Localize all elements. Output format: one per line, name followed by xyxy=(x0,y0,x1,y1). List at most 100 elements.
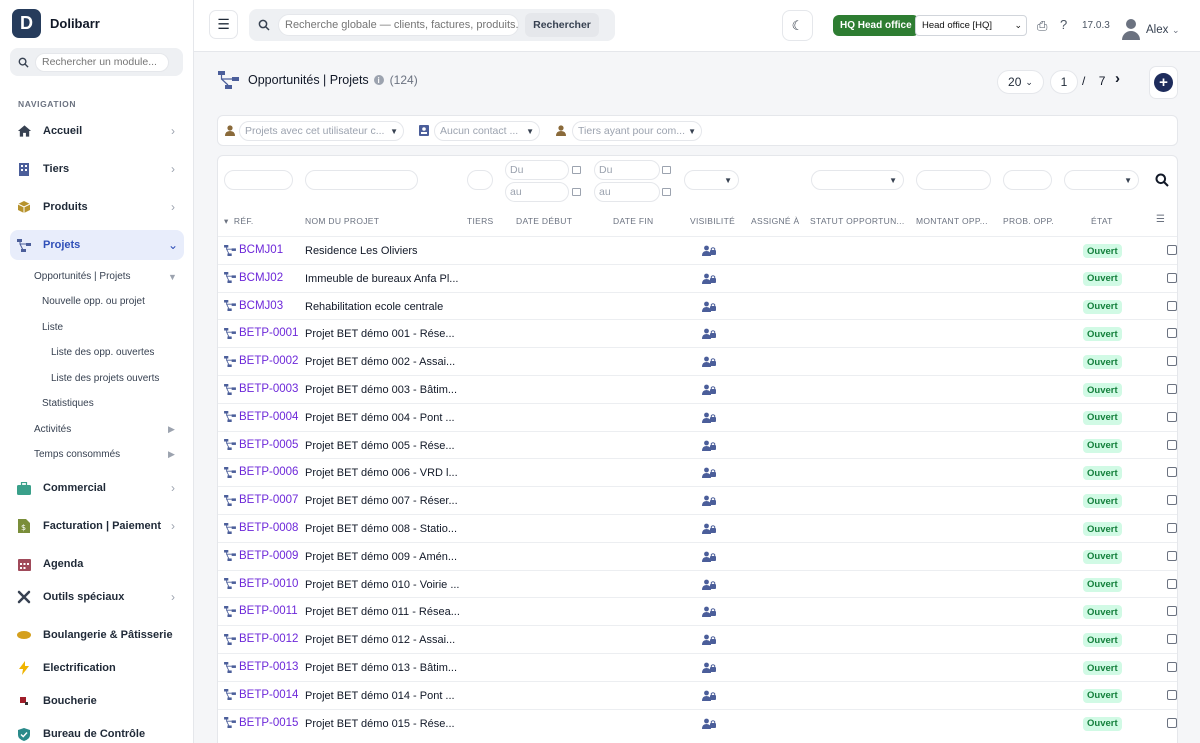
sidebar-item-accueil[interactable]: Accueil › xyxy=(10,116,184,146)
calendar-icon[interactable] xyxy=(572,166,581,174)
filter-ref-input[interactable] xyxy=(224,170,293,190)
chevron-down-icon[interactable]: ⌄ xyxy=(1172,25,1180,36)
filter-name-input[interactable] xyxy=(305,170,418,190)
filter-tiers-select[interactable]: Tiers ayant pour com... ▼ xyxy=(572,121,702,141)
column-selector-icon[interactable]: ☰ xyxy=(1156,214,1165,225)
filter-user-select[interactable]: Projets avec cet utilisateur c... ▼ xyxy=(239,121,404,141)
col-header-opp-status[interactable]: STATUT OPPORTUN... xyxy=(810,216,905,226)
col-header-state[interactable]: ÉTAT xyxy=(1091,216,1113,226)
sidebar-item-outils-speciaux[interactable]: Outils spéciaux › xyxy=(10,582,184,612)
sidebar-subitem-liste-projets-ouverts[interactable]: Liste des projets ouverts xyxy=(51,373,159,384)
user-name[interactable]: Alex xyxy=(1146,24,1168,36)
row-checkbox[interactable] xyxy=(1167,523,1177,533)
filter-prob-input[interactable] xyxy=(1003,170,1052,190)
col-header-end[interactable]: DATE FIN xyxy=(613,216,654,226)
filter-amount-input[interactable] xyxy=(916,170,991,190)
col-header-tiers[interactable]: TIERS xyxy=(467,216,494,226)
sidebar-subitem-statistiques[interactable]: Statistiques xyxy=(42,398,94,409)
sidebar-item-facturation[interactable]: $ Facturation | Paiement › xyxy=(10,511,184,541)
filter-tiers-input[interactable] xyxy=(467,170,493,190)
project-ref-link[interactable]: BCMJ03 xyxy=(224,300,283,312)
search-icon[interactable] xyxy=(1155,173,1169,187)
row-checkbox[interactable] xyxy=(1167,439,1177,450)
sidebar-item-boulangerie[interactable]: Boulangerie & Pâtisserie xyxy=(10,620,184,650)
col-header-prob[interactable]: PROB. OPP. xyxy=(1003,216,1054,226)
page-limit-select[interactable]: 20 ⌄ xyxy=(997,70,1044,94)
filter-state-select[interactable]: ▼ xyxy=(1064,170,1139,190)
filter-end-to-input[interactable]: au xyxy=(594,182,660,202)
project-ref-link[interactable]: BETP-0006 xyxy=(224,466,298,478)
sidebar-item-tiers[interactable]: Tiers › xyxy=(10,154,184,184)
project-ref-link[interactable]: BETP-0005 xyxy=(224,439,298,451)
sidebar-subitem-temps-consommes[interactable]: Temps consommés ▶ xyxy=(34,449,184,460)
project-ref-link[interactable]: BETP-0011 xyxy=(224,605,298,617)
add-project-button[interactable]: + xyxy=(1149,66,1178,99)
row-checkbox[interactable] xyxy=(1167,300,1177,311)
project-ref-link[interactable]: BETP-0002 xyxy=(224,355,298,367)
filter-visibility-select[interactable]: ▼ xyxy=(684,170,739,190)
filter-end-from-input[interactable]: Du xyxy=(594,160,660,180)
row-checkbox[interactable] xyxy=(1167,245,1177,255)
col-header-amount[interactable]: MONTANT OPP... xyxy=(916,216,988,226)
sidebar-item-bureau-controle[interactable]: Bureau de Contrôle xyxy=(10,719,184,743)
project-ref-link[interactable]: BCMJ01 xyxy=(224,244,283,256)
filter-start-to-input[interactable]: au xyxy=(505,182,569,202)
project-ref-link[interactable]: BETP-0014 xyxy=(224,689,298,701)
project-ref-link[interactable]: BETP-0004 xyxy=(224,411,298,423)
row-checkbox[interactable] xyxy=(1167,662,1177,672)
sidebar-item-boucherie[interactable]: Boucherie xyxy=(10,686,184,716)
project-ref-link[interactable]: BETP-0015 xyxy=(224,717,298,729)
row-checkbox[interactable] xyxy=(1167,384,1177,394)
row-checkbox[interactable] xyxy=(1167,634,1177,645)
row-checkbox[interactable] xyxy=(1167,411,1177,422)
avatar[interactable] xyxy=(1122,19,1140,41)
row-checkbox[interactable] xyxy=(1167,606,1177,617)
sidebar-item-agenda[interactable]: Agenda xyxy=(10,549,184,579)
col-header-start[interactable]: DATE DÉBUT xyxy=(516,216,572,226)
project-ref-link[interactable]: BCMJ02 xyxy=(224,272,283,284)
global-search-input[interactable] xyxy=(278,14,519,36)
print-icon[interactable]: ⎙ xyxy=(1037,18,1047,34)
calendar-icon[interactable] xyxy=(662,166,671,174)
project-ref-link[interactable]: BETP-0003 xyxy=(224,383,298,395)
filter-contact-select[interactable]: Aucun contact ... ▼ xyxy=(434,121,540,141)
global-search-button[interactable]: Rechercher xyxy=(525,13,599,37)
project-ref-link[interactable]: BETP-0008 xyxy=(224,522,298,534)
sidebar-item-produits[interactable]: Produits › xyxy=(10,192,184,222)
menu-toggle-button[interactable]: ☰ xyxy=(209,10,238,39)
entity-badge[interactable]: HQ Head office xyxy=(833,15,919,36)
row-checkbox[interactable] xyxy=(1167,550,1177,561)
row-checkbox[interactable] xyxy=(1167,689,1177,700)
next-page-button[interactable]: › xyxy=(1115,70,1120,87)
project-ref-link[interactable]: BETP-0013 xyxy=(224,661,298,673)
project-ref-link[interactable]: BETP-0009 xyxy=(224,550,298,562)
project-ref-link[interactable]: BETP-0012 xyxy=(224,633,298,645)
row-checkbox[interactable] xyxy=(1167,467,1177,478)
calendar-icon[interactable] xyxy=(572,188,581,196)
sidebar-subitem-nouvelle-opp[interactable]: Nouvelle opp. ou projet xyxy=(42,296,145,307)
theme-toggle-button[interactable]: ☾ xyxy=(782,10,813,41)
sidebar-subitem-activites[interactable]: Activités ▶ xyxy=(34,424,184,435)
brand[interactable]: D Dolibarr xyxy=(12,9,100,38)
project-ref-link[interactable]: BETP-0001 xyxy=(224,327,298,339)
row-checkbox[interactable] xyxy=(1167,356,1177,367)
col-header-assigned[interactable]: ASSIGNÉ À xyxy=(751,216,800,226)
sidebar-item-projets[interactable]: Projets ⌄ xyxy=(10,230,184,260)
row-checkbox[interactable] xyxy=(1167,272,1177,283)
project-ref-link[interactable]: BETP-0007 xyxy=(224,494,298,506)
module-search-input[interactable] xyxy=(35,52,169,72)
page-number-input[interactable]: 1 xyxy=(1050,70,1078,94)
sidebar-subitem-opportunites[interactable]: Opportunités | Projets ▼ xyxy=(34,271,184,282)
row-checkbox[interactable] xyxy=(1167,495,1177,506)
row-checkbox[interactable] xyxy=(1167,578,1177,589)
help-icon[interactable]: ? xyxy=(1060,17,1067,32)
sidebar-item-electrification[interactable]: Electrification xyxy=(10,653,184,683)
info-icon[interactable]: i xyxy=(373,75,384,85)
row-checkbox[interactable] xyxy=(1167,328,1177,339)
project-ref-link[interactable]: BETP-0010 xyxy=(224,578,298,590)
sidebar-subitem-liste[interactable]: Liste xyxy=(42,322,63,333)
sidebar-subitem-liste-opp-ouvertes[interactable]: Liste des opp. ouvertes xyxy=(51,347,154,358)
filter-start-from-input[interactable]: Du xyxy=(505,160,569,180)
col-header-name[interactable]: NOM DU PROJET xyxy=(305,216,379,226)
calendar-icon[interactable] xyxy=(662,188,671,196)
